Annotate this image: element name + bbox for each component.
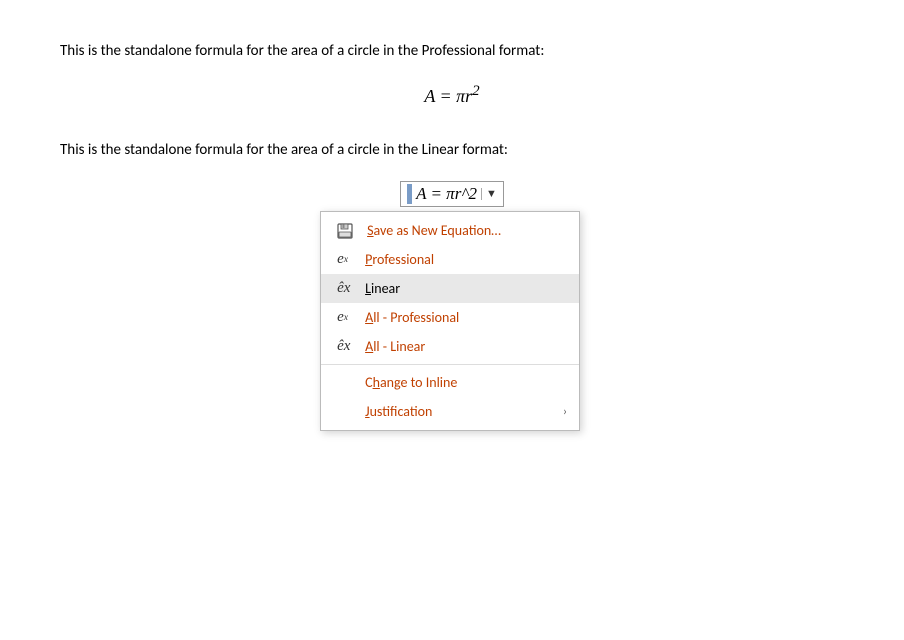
paragraph-2: This is the standalone formula for the a… (60, 139, 844, 162)
menu-item-save-new[interactable]: Save as New Equation… (321, 216, 579, 245)
menu-item-justification[interactable]: Justification › (321, 397, 579, 426)
formula-linear-container: A = πr^2 ▼ Save as New Equation… (60, 181, 844, 209)
menu-label-change-inline: Change to Inline (365, 374, 457, 391)
menu-label-justification: Justification (365, 403, 432, 420)
intro-text-1: This is the standalone formula for the a… (60, 42, 544, 60)
ex-icon-all-professional: ex (337, 309, 365, 326)
menu-label-professional: Professional (365, 251, 434, 268)
ex-icon-professional: ex (337, 251, 365, 268)
menu-divider-1 (321, 364, 579, 365)
intro-text-2: This is the standalone formula for the a… (60, 141, 508, 159)
menu-item-all-professional[interactable]: ex All - Professional (321, 303, 579, 332)
ex-icon-all-linear: êx (337, 338, 365, 355)
ex-icon-linear: êx (337, 280, 365, 297)
menu-item-professional[interactable]: ex Professional (321, 245, 579, 274)
floppy-disk-icon (337, 223, 365, 239)
formula-professional: A = πr2 (60, 83, 844, 107)
menu-item-linear[interactable]: êx Linear (321, 274, 579, 303)
submenu-chevron-icon: › (563, 405, 567, 419)
equation-dropdown-arrow[interactable]: ▼ (481, 188, 497, 200)
paragraph-1: This is the standalone formula for the a… (60, 40, 844, 63)
menu-item-change-inline[interactable]: Change to Inline (321, 368, 579, 397)
menu-label-save-new: Save as New Equation… (367, 222, 501, 239)
equation-left-handle (407, 184, 412, 204)
equation-text: A = πr^2 (416, 184, 477, 204)
context-menu: Save as New Equation… ex Professional êx… (320, 211, 580, 431)
menu-item-all-linear[interactable]: êx All - Linear (321, 332, 579, 361)
menu-label-linear: Linear (365, 280, 400, 297)
formula-professional-text: A = πr2 (424, 86, 479, 106)
menu-label-all-linear: All - Linear (365, 338, 425, 355)
menu-label-all-professional: All - Professional (365, 309, 459, 326)
equation-box[interactable]: A = πr^2 ▼ (400, 181, 504, 207)
